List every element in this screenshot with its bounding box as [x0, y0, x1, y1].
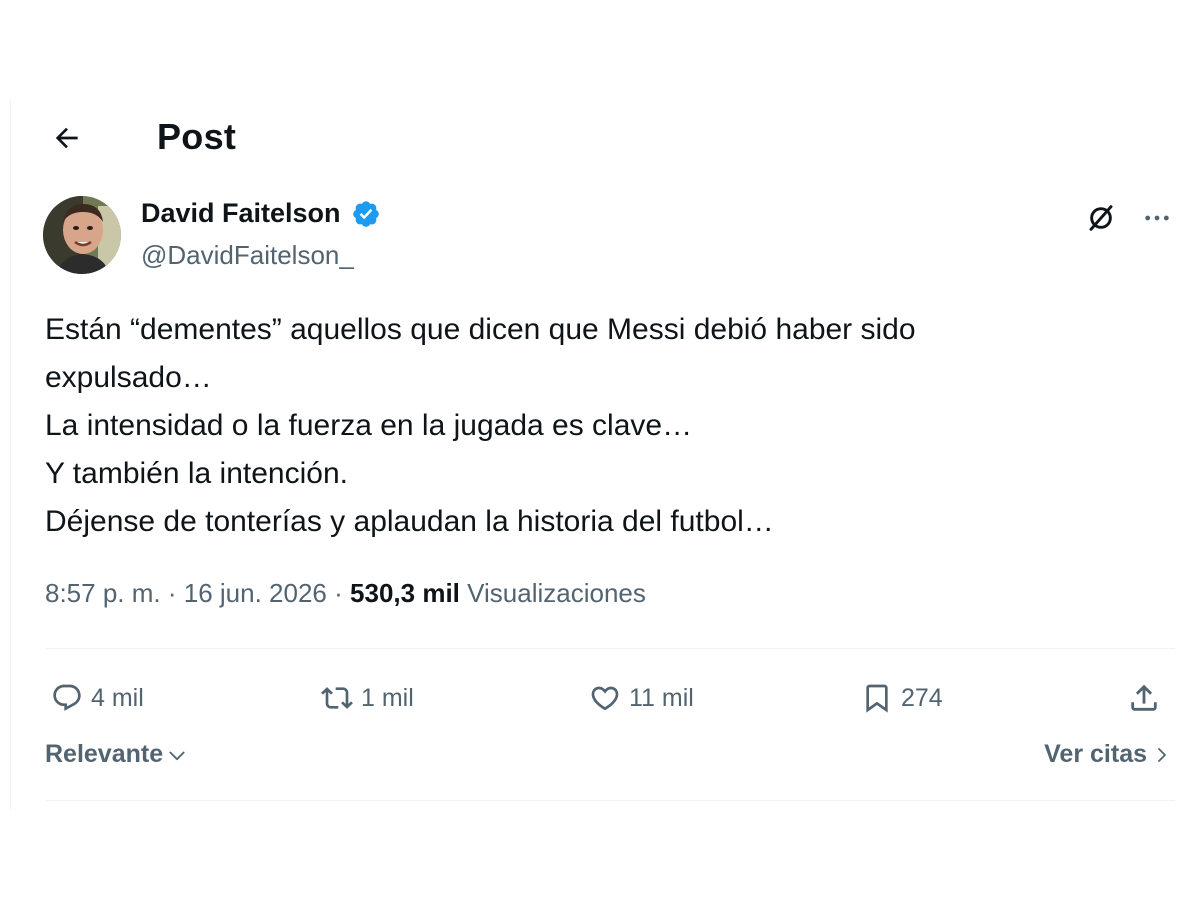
- post-text-line: Y también la intención.: [45, 457, 348, 490]
- post-date[interactable]: 16 jun. 2026: [184, 578, 327, 608]
- bookmark-count: 274: [901, 683, 943, 712]
- reply-button[interactable]: 4 mil: [51, 670, 144, 726]
- bookmark-icon: [866, 684, 888, 713]
- sort-replies-button[interactable]: Relevante: [45, 740, 187, 769]
- post-text: Están “dementes” aquellos que dicen que …: [45, 306, 1155, 546]
- arrow-left-icon: [55, 127, 78, 149]
- page-title: Post: [157, 116, 237, 157]
- grok-icon: [1089, 205, 1113, 231]
- view-quotes-label: Ver citas: [1044, 740, 1147, 768]
- back-button[interactable]: [47, 118, 87, 158]
- chevron-right-icon: [1158, 747, 1166, 762]
- heart-icon: [591, 686, 619, 711]
- reply-icon: [53, 684, 81, 711]
- meta-separator: ·: [167, 578, 177, 608]
- repost-button[interactable]: 1 mil: [321, 670, 414, 726]
- like-button[interactable]: 11 mil: [589, 670, 694, 726]
- meta-separator: ·: [334, 578, 343, 608]
- share-button[interactable]: [1127, 670, 1161, 726]
- sort-label: Relevante: [45, 740, 164, 768]
- post-text-line: Están “dementes” aquellos que dicen que …: [45, 313, 916, 346]
- post-text-line: Déjense de tonterías y aplaudan la histo…: [45, 505, 774, 538]
- share-icon: [1131, 684, 1157, 711]
- replies-toolbar: Relevante Ver citas: [11, 740, 1191, 780]
- divider: [45, 800, 1175, 801]
- author-name-row: David Faitelson: [141, 198, 381, 229]
- bookmark-button[interactable]: 274: [861, 670, 943, 726]
- post-text-line: La intensidad o la fuerza en la jugada e…: [45, 409, 693, 442]
- chevron-down-icon: [169, 751, 185, 760]
- like-count: 11 mil: [629, 683, 694, 712]
- grok-button[interactable]: [1081, 198, 1121, 238]
- reply-count: 4 mil: [91, 683, 144, 712]
- views-count: 530,3 mil: [350, 578, 460, 608]
- verified-badge-icon: [351, 199, 381, 229]
- avatar[interactable]: [43, 196, 121, 274]
- divider: [45, 648, 1175, 649]
- repost-count: 1 mil: [361, 683, 414, 712]
- more-dots-icon: [1145, 215, 1169, 221]
- post-text-line: expulsado…: [45, 361, 212, 394]
- author-handle[interactable]: @DavidFaitelson_: [141, 240, 354, 271]
- post-meta: 8:57 p. m. · 16 jun. 2026 · 530,3 mil Vi…: [45, 578, 646, 609]
- post-detail-panel: Post David Faitelson @DavidFaitelson_ Es…: [10, 100, 1191, 810]
- page-header: Post: [11, 100, 1191, 180]
- author-name[interactable]: David Faitelson: [141, 198, 341, 229]
- post-time[interactable]: 8:57 p. m.: [45, 578, 161, 608]
- views-label: Visualizaciones: [467, 578, 646, 608]
- more-options-button[interactable]: [1137, 198, 1177, 238]
- repost-icon: [321, 687, 353, 709]
- view-quotes-button[interactable]: Ver citas: [1044, 740, 1171, 769]
- author-photo: [43, 196, 121, 274]
- action-bar: 4 mil 1 mil 11 mil 274: [11, 670, 1191, 726]
